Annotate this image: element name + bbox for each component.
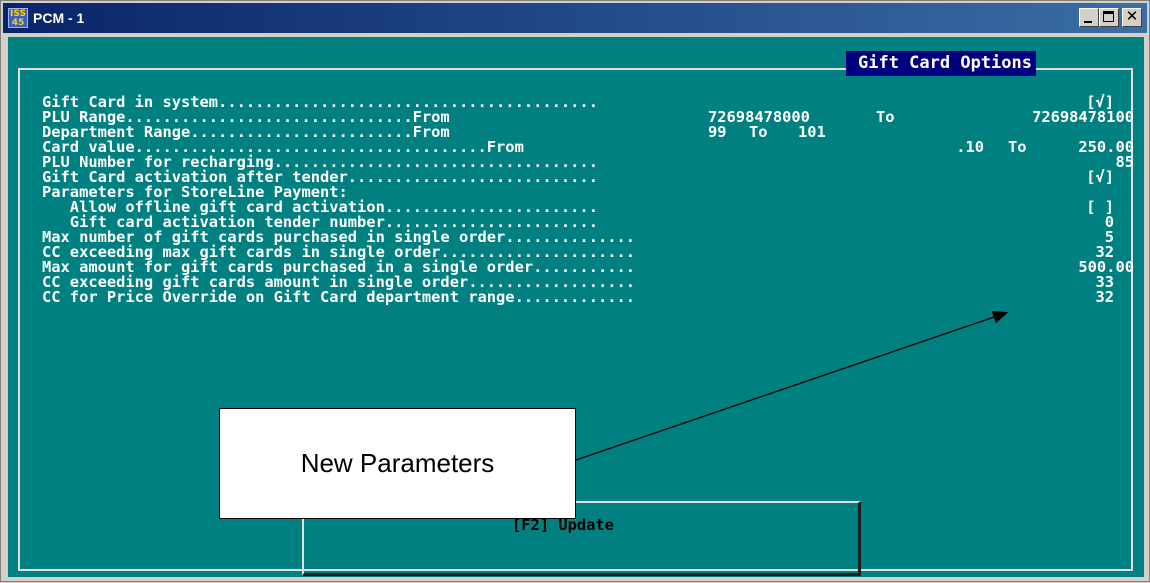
plu-range-to-label: To	[876, 108, 895, 126]
close-button[interactable]: ✕	[1122, 7, 1142, 27]
app-window: ISS 45 PCM - 1 ✕ Gift Card Options Gift C…	[0, 0, 1150, 582]
title-bar[interactable]: ISS 45 PCM - 1 ✕	[3, 3, 1147, 33]
checkbox-allow-offline-activation[interactable]: [ ]	[1018, 199, 1114, 215]
plu-range-to-value[interactable]: 72698478100	[958, 109, 1134, 125]
card-value-from-value[interactable]: .10	[888, 139, 984, 155]
checkbox-activation-after-tender[interactable]: [√]	[1018, 169, 1114, 185]
callout-text: New Parameters	[300, 448, 495, 478]
minimize-icon	[1084, 21, 1092, 23]
cc-price-override-value[interactable]: 32	[1018, 289, 1114, 305]
update-button-label: [F2] Update	[512, 516, 614, 534]
row-label: CC for Price Override on Gift Card depar…	[42, 288, 636, 306]
activation-tender-number-value[interactable]: 0	[1018, 214, 1114, 230]
department-range-from-value[interactable]: 99	[708, 124, 727, 140]
card-value-to-label: To	[1008, 138, 1027, 156]
callout-box: New Parameters	[219, 408, 576, 519]
app-icon: ISS 45	[8, 8, 28, 28]
window-title: PCM - 1	[33, 10, 85, 26]
close-icon: ✕	[1125, 7, 1139, 25]
console-area: Gift Card Options Gift Card in system...…	[8, 37, 1144, 577]
department-range-to-value[interactable]: 101	[798, 124, 826, 140]
maximize-icon	[1103, 11, 1114, 22]
minimize-button[interactable]	[1079, 8, 1099, 27]
max-amount-value[interactable]: 500.00	[1018, 259, 1134, 275]
maximize-button[interactable]	[1099, 8, 1119, 27]
row-cc-price-override[interactable]: CC for Price Override on Gift Card depar…	[8, 289, 1144, 305]
panel-title: Gift Card Options	[846, 51, 1036, 76]
department-range-to-label: To	[749, 123, 768, 141]
